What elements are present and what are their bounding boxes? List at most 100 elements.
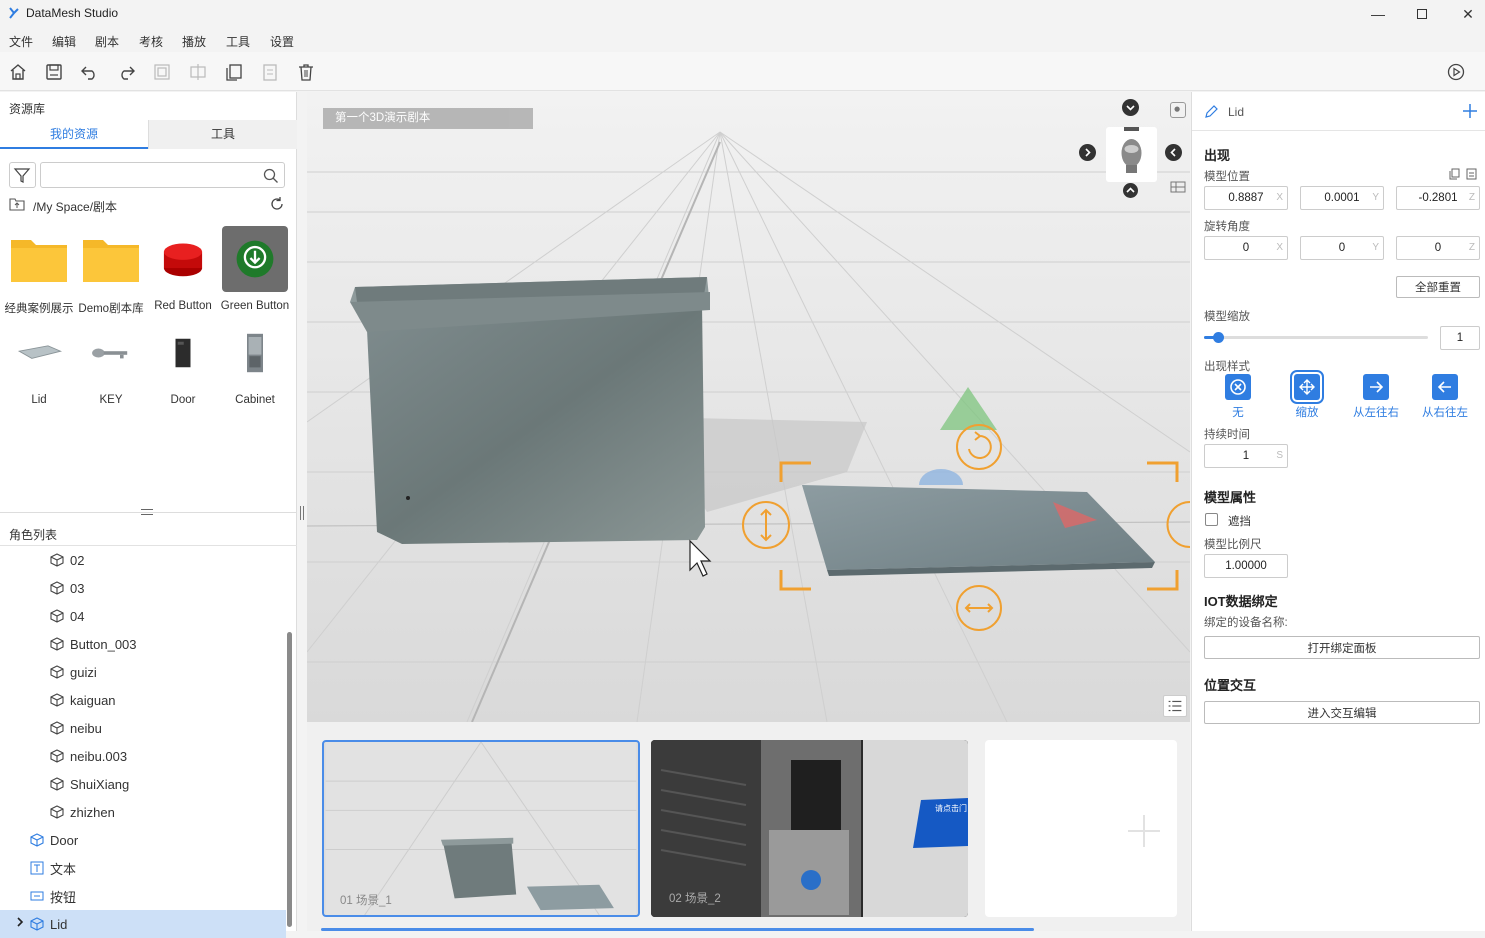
add-scene-button[interactable]: [985, 740, 1177, 917]
paste-button[interactable]: [260, 62, 280, 82]
tree-item[interactable]: neibu.003: [0, 742, 286, 770]
scale-input[interactable]: 1: [1440, 326, 1480, 350]
reset-all-button[interactable]: 全部重置: [1396, 276, 1480, 298]
duration-unit: S: [1276, 450, 1283, 461]
tree-item[interactable]: zhizhen: [0, 798, 286, 826]
tree-item[interactable]: ShuiXiang: [0, 770, 286, 798]
menu-play[interactable]: 播放: [182, 33, 206, 50]
save-button[interactable]: [44, 62, 64, 82]
asset-folder-demo[interactable]: Demo剧本库: [76, 226, 146, 316]
axis-z-label: Z: [1468, 242, 1475, 253]
home-button[interactable]: [8, 62, 28, 82]
filter-button[interactable]: [9, 162, 36, 188]
asset-folder-classic[interactable]: 经典案例展示: [4, 226, 74, 316]
toolbar: [0, 52, 1485, 91]
menu-edit[interactable]: 编辑: [52, 33, 76, 50]
left-resize-handle[interactable]: [298, 92, 307, 931]
tree-item[interactable]: 04: [0, 602, 286, 630]
scale-slider-thumb[interactable]: [1212, 332, 1224, 343]
add-icon[interactable]: [1463, 104, 1477, 118]
rotation-y-input[interactable]: 0Y: [1300, 236, 1384, 260]
style-none-label: 无: [1232, 407, 1244, 419]
grid-toggle-button[interactable]: [1170, 180, 1186, 194]
redo-button[interactable]: [116, 62, 136, 82]
menu-file[interactable]: 文件: [9, 33, 33, 50]
style-scale-option[interactable]: 缩放: [1277, 370, 1337, 420]
position-x-input[interactable]: 0.8887 X: [1204, 186, 1288, 210]
paste-icon[interactable]: [1466, 168, 1477, 180]
scene-list-button[interactable]: [1163, 695, 1187, 717]
refresh-icon[interactable]: [269, 196, 285, 212]
nav-down-button[interactable]: [1123, 183, 1138, 198]
style-none-option[interactable]: 无: [1208, 374, 1268, 420]
style-left-to-right-label: 从左往右: [1353, 407, 1399, 419]
nav-up-button[interactable]: [1122, 99, 1139, 116]
menu-script[interactable]: 剧本: [95, 33, 119, 50]
folder-up-icon[interactable]: [9, 197, 25, 211]
style-left-to-right-option[interactable]: 从左往右: [1346, 374, 1406, 420]
rotation-x-input[interactable]: 0X: [1204, 236, 1288, 260]
tree-scrollbar[interactable]: [287, 632, 292, 927]
search-input[interactable]: [40, 162, 285, 188]
chevron-right-icon[interactable]: [15, 915, 25, 932]
menu-settings[interactable]: 设置: [270, 33, 294, 50]
style-right-to-left-option[interactable]: 从右往左: [1415, 374, 1475, 420]
asset-green-button[interactable]: Green Button: [220, 226, 290, 312]
object-name[interactable]: Lid: [1228, 105, 1244, 119]
water-tank-model[interactable]: [350, 277, 710, 544]
undo-button[interactable]: [80, 62, 100, 82]
align-button[interactable]: [188, 62, 208, 82]
scene-card-2[interactable]: 请点击门 02 场景_2: [651, 740, 968, 917]
group-button[interactable]: [152, 62, 172, 82]
camera-focus-button[interactable]: [1170, 102, 1186, 118]
tree-item[interactable]: Button_003: [0, 630, 286, 658]
enter-interaction-edit-button[interactable]: 进入交互编辑: [1204, 701, 1480, 724]
ratio-input[interactable]: 1.00000: [1204, 554, 1288, 578]
nav-left-button[interactable]: [1079, 144, 1096, 161]
tree-item[interactable]: neibu: [0, 714, 286, 742]
filter-icon: [13, 168, 31, 183]
position-z-input[interactable]: -0.2801 Z: [1396, 186, 1480, 210]
copy-icon[interactable]: [1449, 168, 1460, 180]
minimize-button[interactable]: —: [1355, 0, 1401, 28]
view-orientation-widget[interactable]: [1106, 127, 1157, 182]
tree-item[interactable]: kaiguan: [0, 686, 286, 714]
rotation-z-input[interactable]: 0Z: [1396, 236, 1480, 260]
position-y-input[interactable]: 0.0001 Y: [1300, 186, 1384, 210]
delete-button[interactable]: [296, 62, 316, 82]
splitter-handle[interactable]: [141, 509, 153, 515]
scene-card-1[interactable]: 01 场景_1: [322, 740, 640, 917]
close-button[interactable]: ✕: [1445, 0, 1485, 28]
asset-lid[interactable]: Lid: [4, 320, 74, 406]
menu-exam[interactable]: 考核: [139, 33, 163, 50]
3d-viewport[interactable]: 第一个3D演示剧本: [307, 92, 1190, 722]
maximize-button[interactable]: [1399, 0, 1445, 28]
tree-item[interactable]: 按钮: [0, 882, 286, 910]
tree-item-label: kaiguan: [70, 692, 116, 708]
tree-item[interactable]: 02: [0, 546, 286, 574]
tree-item[interactable]: Lid: [0, 910, 286, 938]
tab-tools[interactable]: 工具: [148, 120, 297, 149]
cube-icon: [50, 553, 64, 567]
tree-item[interactable]: guizi: [0, 658, 286, 686]
asset-cabinet[interactable]: Cabinet: [220, 320, 290, 406]
maximize-icon: [1417, 9, 1427, 19]
asset-red-button[interactable]: Red Button: [148, 226, 218, 312]
asset-key[interactable]: KEY: [76, 320, 146, 406]
nav-right-button[interactable]: [1165, 144, 1182, 161]
cube-icon: [50, 749, 64, 763]
open-binding-panel-button[interactable]: 打开绑定面板: [1204, 636, 1480, 659]
scale-slider[interactable]: [1204, 332, 1428, 343]
play-button[interactable]: [1446, 62, 1466, 82]
menu-tools[interactable]: 工具: [226, 33, 250, 50]
tree-item[interactable]: 文本: [0, 854, 286, 882]
trash-icon: [299, 64, 313, 81]
copy-button[interactable]: [224, 62, 244, 82]
tab-my-assets[interactable]: 我的资源: [0, 120, 148, 149]
duration-input[interactable]: 1S: [1204, 444, 1288, 468]
axis-x-label: X: [1276, 192, 1283, 203]
tree-item[interactable]: 03: [0, 574, 286, 602]
occlusion-checkbox[interactable]: [1205, 513, 1218, 526]
tree-item[interactable]: Door: [0, 826, 286, 854]
asset-door[interactable]: Door: [148, 320, 218, 406]
